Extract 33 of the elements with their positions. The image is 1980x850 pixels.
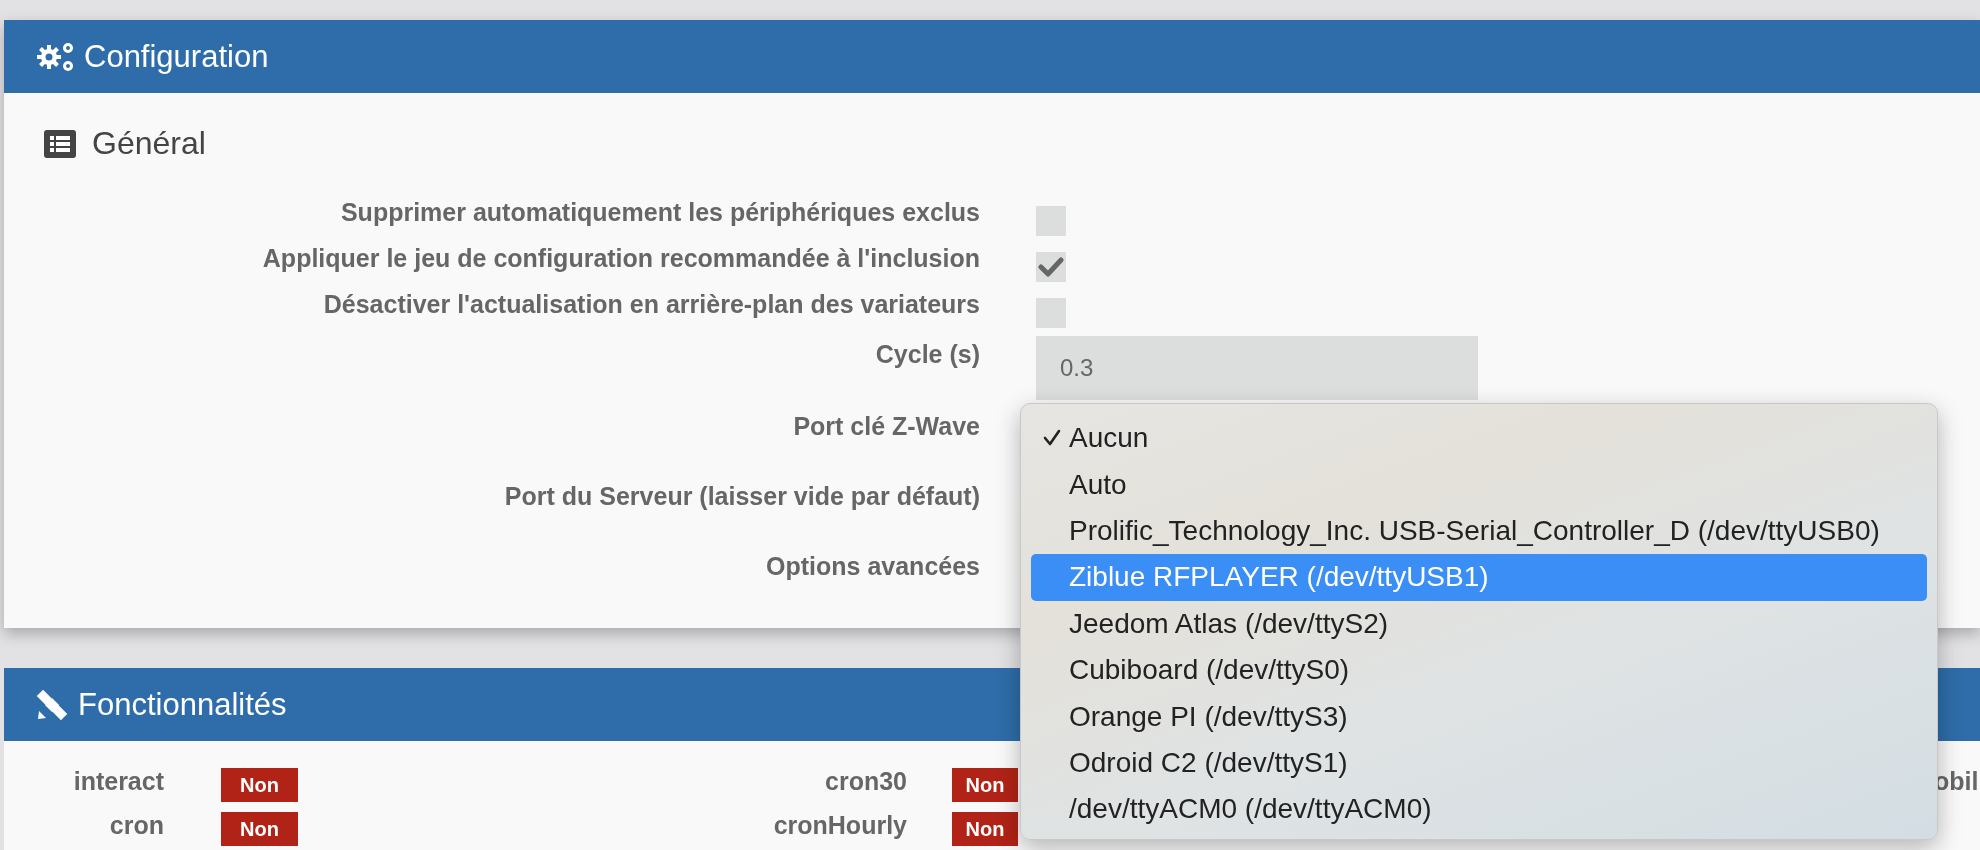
status-badge: Non (952, 768, 1018, 802)
feature-label: interact (72, 766, 164, 797)
checkbox[interactable] (1036, 206, 1066, 236)
feature-label: cron30 (824, 766, 907, 797)
checkbox[interactable] (1036, 298, 1066, 328)
menu-option[interactable]: Cubiboard (/dev/ttyS0) (1031, 646, 1927, 694)
status-badge: Non (221, 812, 298, 846)
cycle-input[interactable]: 0.3 (1036, 336, 1478, 400)
list-icon (44, 129, 76, 158)
panel-title: Configuration (84, 38, 269, 75)
gears-icon (36, 40, 76, 73)
menu-option[interactable]: /dev/ttyACM0 (/dev/ttyACM0) (1031, 786, 1927, 833)
checkbox[interactable] (1036, 252, 1066, 282)
panel-title: Fonctionnalités (78, 686, 287, 723)
field-label: Appliquer le jeu de configuration recommandée à l'inclusion (261, 244, 980, 274)
field-label: Cycle (s) (874, 339, 980, 370)
status-badge: Non (221, 768, 298, 802)
menu-option[interactable]: Orange PI (/dev/ttyS3) (1031, 693, 1927, 740)
feature-label: cron (108, 810, 164, 841)
field-label: Désactiver l'actualisation en arrière-plan des variateurs (322, 290, 980, 320)
menu-option[interactable]: Jeedom Atlas (/dev/ttyS2) (1031, 600, 1927, 647)
menu-option[interactable]: Prolific_Technology_Inc. USB-Serial_Controller_D (/dev/ttyUSB0) (1031, 507, 1927, 555)
field-label: Supprimer automatiquement les périphériques exclus (339, 198, 980, 228)
menu-option[interactable]: Auto (1031, 461, 1927, 508)
field-label: Port du Serveur (laisser vide par défaut) (503, 482, 980, 512)
feature-label: cronHourly (772, 810, 907, 841)
menu-option[interactable]: Aucun (1031, 415, 1927, 462)
status-badge: Non (952, 812, 1018, 846)
menu-option[interactable]: Odroid C2 (/dev/ttyS1) (1031, 739, 1927, 787)
section-title: Général (92, 125, 206, 162)
field-label: Port clé Z-Wave (792, 412, 980, 442)
field-label: Options avancées (765, 552, 980, 582)
checkmark-icon (1043, 429, 1061, 448)
